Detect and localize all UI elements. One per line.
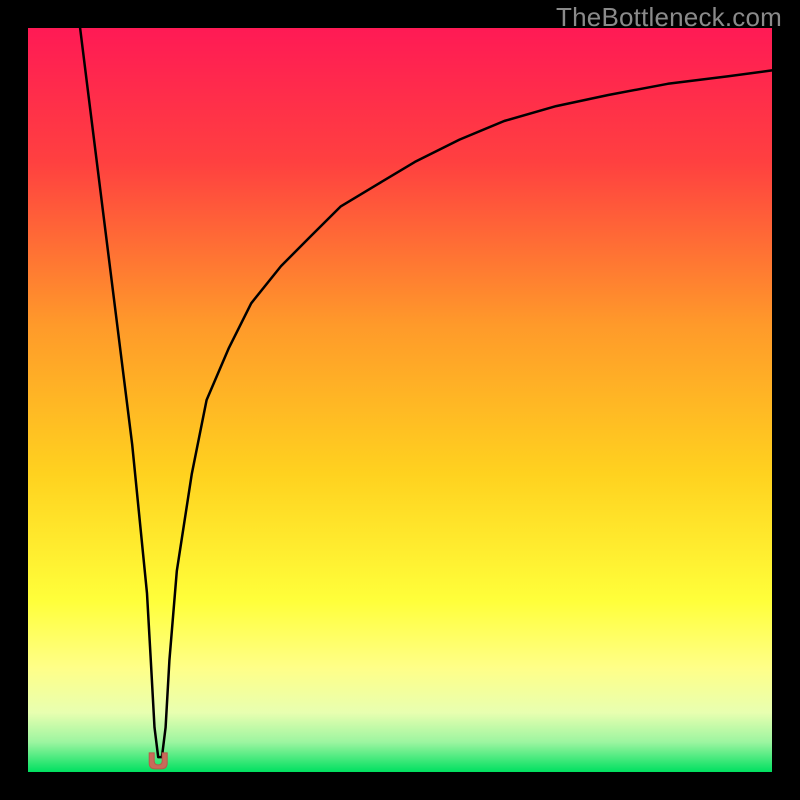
chart-svg xyxy=(0,0,800,800)
chart-frame: { "watermark": "TheBottleneck.com", "col… xyxy=(0,0,800,800)
watermark-text: TheBottleneck.com xyxy=(556,2,782,33)
gradient-plot-bg xyxy=(28,28,772,772)
